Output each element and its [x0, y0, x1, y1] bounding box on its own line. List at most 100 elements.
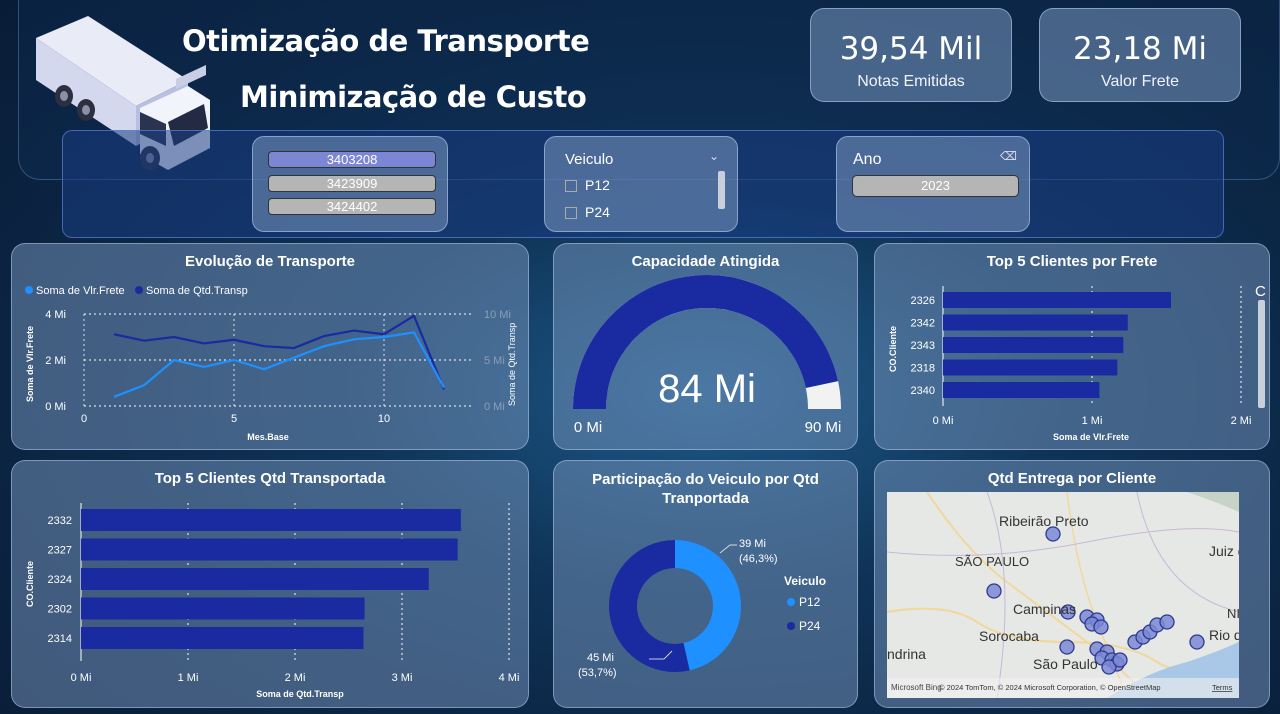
- gauge-min: 0 Mi: [574, 419, 602, 436]
- bar: [943, 292, 1171, 308]
- title-line1: Otimização de Transporte: [182, 24, 590, 58]
- map-marker: [1159, 614, 1175, 630]
- y-tick-left: 4 Mi: [45, 309, 66, 321]
- title-line2: Minimização de Custo: [240, 80, 587, 114]
- x-tick: 0: [81, 413, 87, 425]
- veiculo-slicer-title: Veiculo: [565, 151, 614, 168]
- map-label: Campinas: [1013, 601, 1076, 617]
- legend-marker-frete: [25, 286, 33, 294]
- y-tick-left: 2 Mi: [45, 355, 66, 367]
- bar: [81, 627, 364, 649]
- y-tick-right: 5 Mi: [484, 355, 505, 367]
- map-terms-link: Terms: [1212, 683, 1233, 692]
- gauge-max: 90 Mi: [805, 419, 842, 436]
- label-p24-pct: (53,7%): [578, 667, 617, 679]
- scrollbar: [1258, 300, 1265, 408]
- legend-marker-p12: [787, 598, 795, 606]
- map-label: ndrina: [887, 646, 926, 662]
- evolucao-panel: Evolução de Transporte Soma de Vlr.Frete…: [11, 243, 529, 450]
- ano-slicer-title: Ano: [853, 151, 882, 168]
- chevron-down-icon[interactable]: ⌄: [709, 149, 719, 163]
- ano-value[interactable]: 2023: [852, 175, 1019, 197]
- y-axis-label: CO.Cliente: [888, 326, 898, 372]
- gauge-chart: 84 Mi 0 Mi 90 Mi: [573, 275, 842, 436]
- option-label: P12: [585, 177, 610, 193]
- panel-title: Qtd Entrega por Cliente: [987, 470, 1157, 487]
- option-label: P24: [585, 204, 610, 220]
- category-label: 2318: [911, 363, 935, 375]
- top5-qtd-panel: Top 5 Clientes Qtd Transportada CO.Clien…: [11, 460, 529, 708]
- map-label: SÃO PAULO: [955, 554, 1029, 569]
- bar: [81, 568, 429, 590]
- category-label: 2324: [48, 574, 72, 586]
- map-canvas[interactable]: Ribeirão Preto SÃO PAULO Campinas Soroca…: [887, 492, 1239, 698]
- map-marker: [1189, 634, 1205, 650]
- y-axis-label-left: Soma de Vlr.Frete: [25, 326, 35, 402]
- bar: [943, 359, 1118, 376]
- map-marker: [1045, 526, 1061, 542]
- x-tick: 1 Mi: [1082, 415, 1103, 427]
- kpi-label: Valor Frete: [1101, 73, 1179, 90]
- map-label: Rio de J: [1209, 627, 1239, 643]
- gauge-value: 84 Mi: [658, 367, 756, 411]
- category-label: 2302: [48, 604, 72, 616]
- legend-label-frete: Soma de Vlr.Frete: [36, 285, 125, 297]
- ano-slicer: Ano ⌫ 2023: [836, 136, 1030, 232]
- donut-panel: Participação do Veiculo por Qtd Tranporta…: [553, 460, 858, 708]
- checkbox-icon[interactable]: [565, 207, 577, 220]
- label-p12-value: 39 Mi: [739, 538, 766, 550]
- x-tick: 2 Mi: [1231, 415, 1252, 427]
- top5-frete-chart: CO.Cliente Soma de Vlr.Frete C 0 Mi 1 Mi 2…: [888, 283, 1266, 442]
- label-p24-value: 45 Mi: [587, 652, 614, 664]
- category-label: 2314: [48, 633, 72, 645]
- map-marker: [1059, 639, 1075, 655]
- legend-label-p24: P24: [799, 619, 821, 633]
- x-tick: 1 Mi: [178, 672, 199, 684]
- kpi-value: 23,18 Mi: [1073, 31, 1207, 67]
- eraser-icon[interactable]: ⌫: [1000, 149, 1017, 163]
- y-tick-right: 0 Mi: [484, 401, 505, 413]
- kpi-card-frete: 23,18 Mi Valor Frete: [1039, 8, 1241, 102]
- bar: [81, 538, 458, 561]
- map-brand: Microsoft Bing: [891, 683, 942, 692]
- veiculo-slicer: Veiculo ⌄ P12 P24: [544, 136, 738, 232]
- map-label: Juiz de: [1209, 543, 1239, 559]
- map-label: Ribeirão Preto: [999, 513, 1089, 529]
- veiculo-option-p24[interactable]: P24: [565, 204, 610, 220]
- category-label: 2327: [48, 545, 72, 557]
- category-label: 2332: [48, 515, 72, 527]
- evolucao-chart: Soma de Vlr.Frete Soma de Qtd.Transp Som…: [25, 285, 517, 442]
- bar: [943, 337, 1124, 353]
- code-chip[interactable]: 3423909: [268, 175, 436, 192]
- map-marker: [986, 583, 1002, 599]
- x-tick: 3 Mi: [392, 672, 413, 684]
- kpi-value: 39,54 Mil: [839, 31, 983, 67]
- veiculo-option-p12[interactable]: P12: [565, 177, 610, 193]
- category-label: 2340: [911, 385, 935, 397]
- x-tick: 0 Mi: [71, 672, 92, 684]
- y-tick-right: 10 Mi: [484, 309, 511, 321]
- top5-frete-panel: Top 5 Clientes por Frete CO.Cliente Soma…: [874, 243, 1270, 450]
- x-tick: 5: [231, 413, 237, 425]
- series-line-qtd: [113, 314, 446, 390]
- kpi-card-notas: 39,54 Mil Notas Emitidas: [810, 8, 1012, 102]
- legend-label-qtd: Soma de Qtd.Transp: [146, 285, 248, 297]
- map-label: São Paulo: [1033, 656, 1098, 672]
- map-attribution: © 2024 TomTom, © 2024 Microsoft Corporat…: [939, 683, 1161, 692]
- code-chip[interactable]: 3403208: [268, 151, 436, 168]
- donut-chart: 39 Mi (46,3%) 45 Mi (53,7%) Veiculo P12 …: [578, 538, 826, 679]
- gauge-panel: Capacidade Atingida 84 Mi 0 Mi 90 Mi: [553, 243, 858, 450]
- legend-label-p12: P12: [799, 595, 821, 609]
- scrollbar[interactable]: [718, 171, 725, 209]
- x-axis-label: Mes.Base: [247, 432, 289, 442]
- code-chip[interactable]: 3424402: [268, 198, 436, 215]
- y-tick-left: 0 Mi: [45, 401, 66, 413]
- checkbox-icon[interactable]: [565, 180, 577, 193]
- map-view[interactable]: Ribeirão Preto SÃO PAULO Campinas Soroca…: [887, 492, 1239, 698]
- legend-marker-p24: [787, 622, 795, 630]
- bar: [943, 314, 1128, 331]
- label-p12-pct: (46,3%): [739, 553, 778, 565]
- map-marker: [1093, 619, 1109, 635]
- x-tick: 2 Mi: [285, 672, 306, 684]
- x-tick: 0 Mi: [933, 415, 954, 427]
